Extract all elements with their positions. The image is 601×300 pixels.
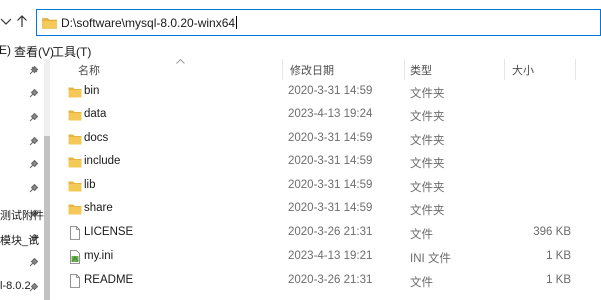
pin-icon[interactable] xyxy=(29,113,38,122)
column-type-header[interactable]: 类型 xyxy=(410,62,432,78)
nav-item-label[interactable]: 模块_试 xyxy=(0,232,39,248)
file-date: 2023-4-13 19:24 xyxy=(288,108,373,120)
folder-icon xyxy=(68,110,82,121)
file-date: 2020-3-31 14:59 xyxy=(288,179,373,191)
file-date: 2020-3-31 14:59 xyxy=(288,202,373,214)
navigation-pane xyxy=(0,59,50,300)
column-header: 名称 修改日期 类型 大小 xyxy=(60,59,601,80)
folder-icon xyxy=(68,204,82,215)
file-type: 文件夹 xyxy=(410,205,445,217)
chevron-down-icon[interactable] xyxy=(0,14,12,28)
up-arrow-icon[interactable] xyxy=(16,14,28,28)
file-type: INI 文件 xyxy=(410,253,451,265)
file-name: README xyxy=(84,274,134,286)
file-date: 2023-4-13 19:21 xyxy=(288,250,373,262)
file-row[interactable]: include 2020-3-31 14:59 文件夹 xyxy=(60,151,601,174)
file-row[interactable]: bin 2020-3-31 14:59 文件夹 xyxy=(60,81,601,104)
file-name: share xyxy=(84,202,113,214)
file-row[interactable]: README 2020-3-26 21:31 文件 1 KB xyxy=(60,270,601,293)
column-divider[interactable] xyxy=(575,59,576,80)
file-date: 2020-3-26 21:31 xyxy=(288,226,373,238)
pin-icon[interactable] xyxy=(29,89,38,98)
file-size: 396 KB xyxy=(533,226,571,238)
nav-scrollbar-thumb[interactable] xyxy=(44,136,50,300)
menu-tools[interactable]: 工具(T) xyxy=(52,43,91,60)
nav-item-label[interactable]: 测试附件 xyxy=(0,207,44,223)
file-name: bin xyxy=(84,85,100,97)
file-name: lib xyxy=(84,179,96,191)
file-date: 2020-3-26 21:31 xyxy=(288,274,373,286)
folder-icon xyxy=(42,18,57,29)
file-type: 文件夹 xyxy=(410,111,445,123)
nav-item-label[interactable]: l-8.0.2 xyxy=(0,280,31,292)
file-date: 2020-3-31 14:59 xyxy=(288,132,373,144)
ini-file-icon xyxy=(70,250,80,264)
file-name: my.ini xyxy=(84,250,114,262)
file-icon xyxy=(70,226,80,240)
column-date-header[interactable]: 修改日期 xyxy=(290,62,334,78)
file-name: LICENSE xyxy=(84,226,134,238)
file-type: 文件夹 xyxy=(410,182,445,194)
pin-icon[interactable] xyxy=(29,137,38,146)
file-row[interactable]: data 2023-4-13 19:24 文件夹 xyxy=(60,104,601,127)
folder-icon xyxy=(68,134,82,145)
file-row[interactable]: lib 2020-3-31 14:59 文件夹 xyxy=(60,175,601,198)
file-size: 1 KB xyxy=(546,250,571,262)
column-divider[interactable] xyxy=(504,59,505,80)
file-date: 2020-3-31 14:59 xyxy=(288,85,373,97)
column-name-header[interactable]: 名称 xyxy=(78,62,100,78)
file-name: data xyxy=(84,108,107,120)
menu-view[interactable]: 查看(V) xyxy=(14,43,54,60)
file-row[interactable]: share 2020-3-31 14:59 文件夹 xyxy=(60,198,601,221)
file-row[interactable]: LICENSE 2020-3-26 21:31 文件 396 KB xyxy=(60,222,601,245)
file-size: 1 KB xyxy=(546,274,571,286)
pin-icon[interactable] xyxy=(29,160,38,169)
menu-edit[interactable]: E) xyxy=(0,43,11,57)
file-name: docs xyxy=(84,132,109,144)
file-row[interactable]: docs 2020-3-31 14:59 文件夹 xyxy=(60,128,601,151)
file-type: 文件 xyxy=(410,277,433,289)
file-date: 2020-3-31 14:59 xyxy=(288,155,373,167)
file-type: 文件夹 xyxy=(410,135,445,147)
column-divider[interactable] xyxy=(404,59,405,80)
column-size-header[interactable]: 大小 xyxy=(512,62,534,78)
folder-icon xyxy=(68,87,82,98)
pin-icon[interactable] xyxy=(29,66,38,75)
address-toolbar: D:\software\mysql-8.0.20-winx64 xyxy=(0,0,601,43)
file-type: 文件夹 xyxy=(410,158,445,170)
folder-icon xyxy=(68,157,82,168)
address-path[interactable]: D:\software\mysql-8.0.20-winx64 xyxy=(61,16,238,30)
pin-icon[interactable] xyxy=(29,184,38,193)
menu-bar: E) 查看(V) 工具(T) xyxy=(0,43,601,59)
file-type: 文件夹 xyxy=(410,88,445,100)
file-name: include xyxy=(84,155,121,167)
file-type: 文件 xyxy=(410,229,433,241)
address-bar[interactable]: D:\software\mysql-8.0.20-winx64 xyxy=(36,9,601,36)
column-divider[interactable] xyxy=(282,59,283,80)
file-icon xyxy=(70,274,80,288)
folder-icon xyxy=(68,181,82,192)
sort-up-icon xyxy=(176,59,185,64)
pin-icon[interactable] xyxy=(29,258,38,267)
file-row[interactable]: my.ini 2023-4-13 19:21 INI 文件 1 KB xyxy=(60,246,601,269)
